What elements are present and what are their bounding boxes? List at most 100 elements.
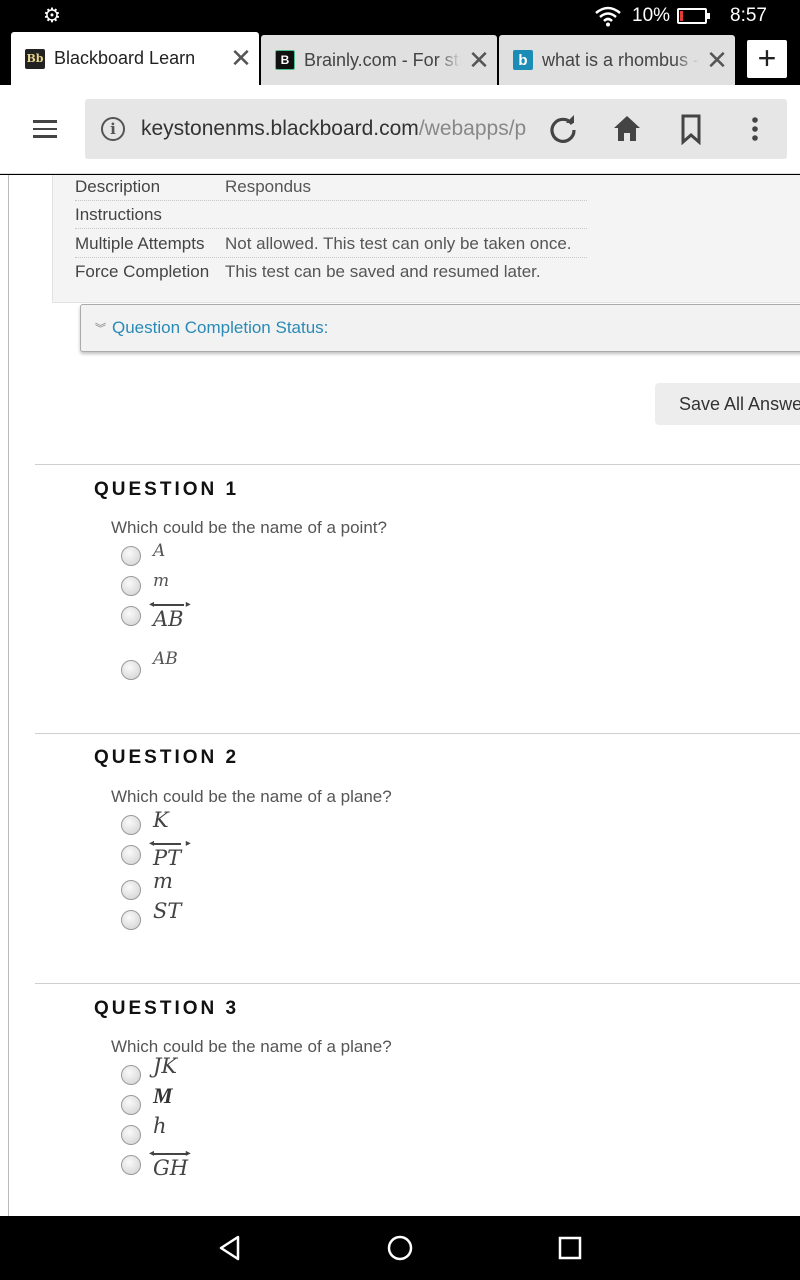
tab-label: Blackboard Learn	[54, 48, 196, 68]
hamburger-menu-icon[interactable]	[33, 120, 57, 138]
recents-square-icon[interactable]	[554, 1232, 586, 1264]
radio-button[interactable]	[121, 546, 141, 566]
radio-button[interactable]	[121, 660, 141, 680]
wifi-icon	[595, 6, 621, 27]
url-host: keystonenms.blackboard.com	[141, 117, 419, 140]
info-key: Instructions	[75, 204, 162, 224]
info-row-force-completion: Force Completion This test can be saved …	[75, 258, 587, 286]
option-label: ST	[153, 899, 182, 923]
info-row-description: Description Respondus	[75, 175, 587, 201]
question-divider	[35, 464, 800, 465]
tab-strip: Bb Blackboard Learn ✕ B Brainly.com - Fo…	[0, 32, 800, 85]
info-key: Force Completion	[75, 262, 210, 281]
tab-brainly[interactable]: B Brainly.com - For stu ✕	[261, 35, 497, 85]
info-key: Multiple Attempts	[75, 233, 205, 253]
question-1-option[interactable]: AB	[121, 649, 178, 680]
settings-gear-icon: ⚙	[43, 5, 61, 27]
info-value: Not allowed. This test can only be taken…	[225, 233, 572, 253]
option-label: GH	[153, 1156, 189, 1180]
tab-bing[interactable]: b what is a rhombus - ✕	[499, 35, 735, 85]
radio-button[interactable]	[121, 1065, 141, 1085]
overflow-menu-icon[interactable]	[739, 113, 771, 145]
info-row-multiple-attempts: Multiple Attempts Not allowed. This test…	[75, 230, 587, 258]
question-3-option[interactable]: M	[121, 1085, 173, 1115]
question-divider	[35, 983, 800, 984]
radio-button[interactable]	[121, 1095, 141, 1115]
option-label: h	[153, 1114, 167, 1138]
close-tab-icon[interactable]: ✕	[223, 43, 259, 74]
address-bar[interactable]: i keystonenms.blackboard.com/webapps/p	[85, 99, 787, 159]
home-icon[interactable]	[611, 113, 643, 145]
tab-label: what is a rhombus -	[542, 49, 699, 70]
bookmark-icon[interactable]	[675, 113, 707, 145]
battery-percent: 10%	[632, 5, 671, 26]
info-value: Respondus	[225, 176, 312, 196]
info-icon[interactable]: i	[101, 117, 125, 141]
radio-button[interactable]	[121, 910, 141, 930]
bing-favicon-icon: b	[513, 50, 533, 70]
system-navigation-bar	[0, 1216, 800, 1280]
radio-button[interactable]	[121, 845, 141, 865]
close-tab-icon[interactable]: ✕	[699, 45, 735, 76]
option-label: m	[153, 869, 173, 893]
url-text[interactable]: keystonenms.blackboard.com/webapps/p	[141, 117, 533, 141]
option-label: PT	[153, 846, 182, 870]
clock: 8:57	[730, 5, 767, 26]
left-border	[8, 175, 9, 1216]
brainly-favicon-icon: B	[275, 50, 295, 70]
radio-button[interactable]	[121, 1125, 141, 1145]
option-label: m	[153, 571, 170, 591]
question-2-option[interactable]: PT	[121, 833, 185, 870]
option-line-label: GH	[149, 1143, 192, 1180]
new-tab-plus-icon[interactable]: +	[747, 40, 787, 78]
completion-status-label: Question Completion Status:	[112, 318, 329, 337]
question-2-option[interactable]: m	[121, 870, 173, 900]
option-label: M	[153, 1083, 173, 1108]
radio-button[interactable]	[121, 576, 141, 596]
line-arrow-icon: AB	[149, 594, 187, 631]
browser-toolbar: i keystonenms.blackboard.com/webapps/p	[0, 85, 800, 174]
question-1-text: Which could be the name of a point?	[111, 518, 387, 537]
page-content: Description Respondus Instructions Multi…	[0, 175, 800, 1216]
info-row-instructions: Instructions	[75, 201, 587, 229]
option-line-label: AB	[149, 594, 187, 631]
status-bar: ⚙ 10% 8:57	[0, 0, 800, 32]
test-info-panel: Description Respondus Instructions Multi…	[52, 175, 800, 303]
question-1-option[interactable]: A	[121, 540, 165, 566]
option-label: A	[153, 541, 166, 561]
question-1-title: QUESTION 1	[94, 479, 240, 500]
question-2-text: Which could be the name of a plane?	[111, 787, 392, 806]
line-arrow-icon: GH	[149, 1143, 192, 1180]
question-1-option[interactable]: AB	[121, 594, 187, 631]
double-chevron-down-icon: ︾	[95, 323, 106, 335]
question-2-title: QUESTION 2	[94, 747, 240, 768]
save-all-answers-button[interactable]: Save All Answers	[655, 383, 800, 425]
info-key: Description	[75, 176, 161, 196]
question-2-option[interactable]: ST	[121, 900, 181, 930]
home-circle-icon[interactable]	[384, 1232, 416, 1264]
line-arrow-icon: PT	[149, 833, 185, 870]
option-label: K	[153, 808, 169, 832]
option-label: AB	[153, 607, 184, 631]
radio-button[interactable]	[121, 1155, 141, 1175]
question-divider	[35, 733, 800, 734]
question-completion-status-toggle[interactable]: ︾ Question Completion Status:	[80, 304, 800, 352]
question-3-option[interactable]: JK	[121, 1055, 177, 1085]
radio-button[interactable]	[121, 815, 141, 835]
option-line-label: PT	[149, 833, 185, 870]
question-3-option[interactable]: GH	[121, 1143, 192, 1180]
radio-button[interactable]	[121, 606, 141, 626]
radio-button[interactable]	[121, 880, 141, 900]
tab-label: Brainly.com - For stu	[304, 49, 461, 70]
question-1-option[interactable]: m	[121, 570, 169, 596]
question-2-option[interactable]: K	[121, 809, 169, 835]
tab-blackboard[interactable]: Bb Blackboard Learn ✕	[11, 32, 259, 85]
option-label: AB	[153, 649, 178, 669]
question-3-option[interactable]: h	[121, 1115, 167, 1145]
url-path: /webapps/p	[418, 117, 527, 140]
question-3-title: QUESTION 3	[94, 998, 240, 1019]
back-triangle-icon[interactable]	[214, 1232, 246, 1264]
close-tab-icon[interactable]: ✕	[461, 45, 497, 76]
reload-icon[interactable]	[547, 113, 579, 145]
option-label: JK	[153, 1054, 178, 1078]
